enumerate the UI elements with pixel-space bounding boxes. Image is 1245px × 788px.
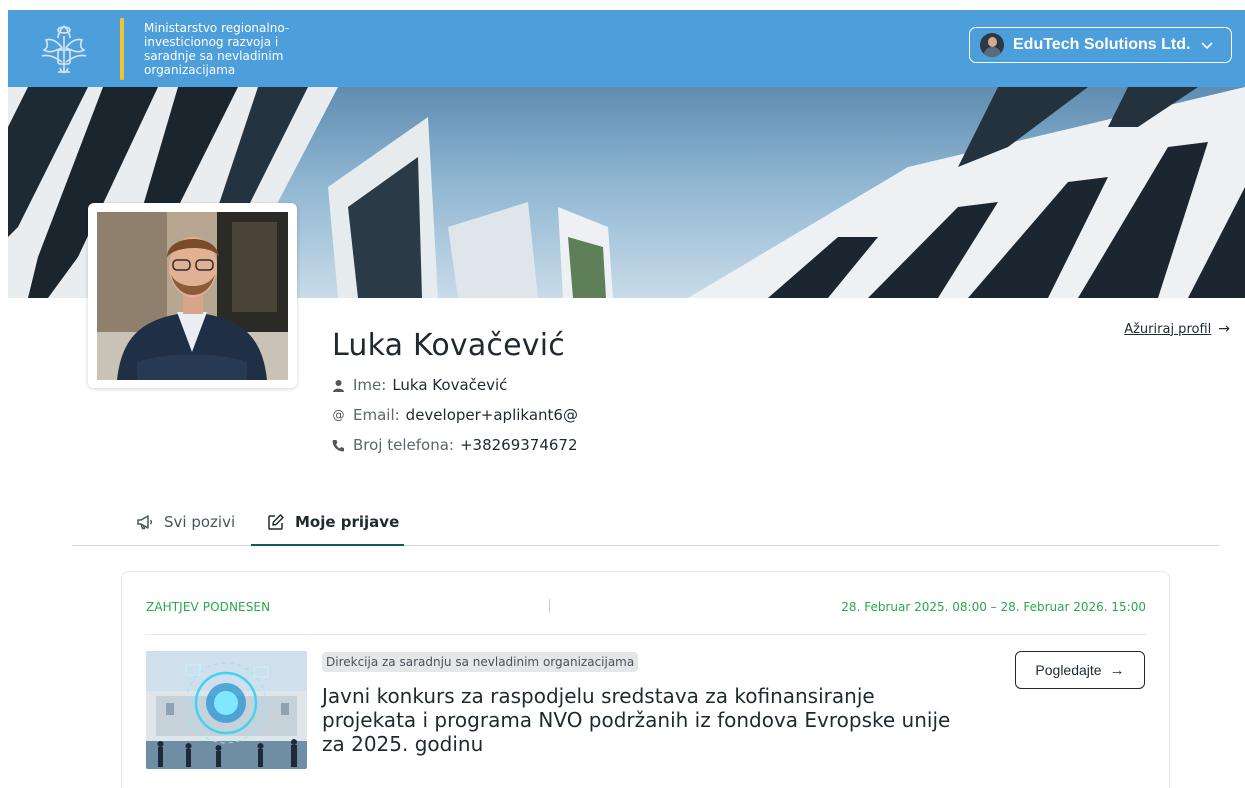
view-application-button[interactable]: Pogledajte → (1015, 651, 1145, 689)
organization-name: EduTech Solutions Ltd. (1013, 36, 1191, 53)
tab-all-calls-label: Svi pozivi (164, 513, 236, 531)
call-thumbnail (146, 651, 307, 769)
application-card: ZAHTJEV PODNESEN 28. Februar 2025. 08:00… (121, 571, 1170, 788)
name-label: Ime: (353, 376, 387, 394)
profile-phone-row: Broj telefona: +38269374672 (332, 436, 578, 454)
organization-avatar (980, 33, 1004, 57)
arrow-right-icon: → (1218, 321, 1230, 337)
update-profile-label: Ažuriraj profil (1124, 321, 1212, 337)
profile-photo (97, 212, 288, 380)
phone-value: +38269374672 (459, 436, 578, 454)
application-period: 28. Februar 2025. 08:00 – 28. Februar 20… (841, 600, 1146, 614)
tab-all-calls[interactable]: Svi pozivi (136, 510, 235, 534)
update-profile-link[interactable]: Ažuriraj profil → (1124, 321, 1230, 337)
department-badge: Direkcija za saradnju sa nevladinim orga… (322, 652, 639, 672)
top-header: Ministarstvo regionalno-investicionog ra… (8, 10, 1245, 87)
header-divider (120, 17, 124, 80)
phone-icon (332, 439, 344, 451)
coat-of-arms-icon (34, 19, 94, 79)
at-icon: @ (332, 408, 345, 422)
tab-my-applications[interactable]: Moje prijave (267, 510, 399, 534)
tabs-bar: Svi pozivi Moje prijave (72, 498, 1219, 546)
megaphone-icon (137, 515, 152, 530)
profile-name: Luka Kovačević (332, 328, 565, 363)
card-divider (146, 634, 1146, 635)
email-value: developer+aplikant6@ (405, 406, 578, 424)
arrow-right-icon: → (1109, 661, 1125, 679)
organization-switcher[interactable]: EduTech Solutions Ltd. (969, 27, 1232, 63)
email-label: Email: (353, 406, 400, 424)
user-icon (333, 379, 344, 392)
phone-label: Broj telefona: (353, 436, 454, 454)
active-tab-indicator (251, 544, 404, 546)
status-divider (549, 599, 550, 613)
ministry-name: Ministarstvo regionalno-investicionog ra… (144, 20, 290, 77)
application-status: ZAHTJEV PODNESEN (146, 600, 271, 614)
tab-my-applications-label: Moje prijave (295, 513, 400, 531)
call-title: Javni konkurs za raspodjelu sredstava za… (322, 684, 951, 756)
chevron-down-icon (1201, 42, 1214, 50)
profile-photo-card (88, 203, 297, 388)
view-button-label: Pogledajte (1035, 662, 1102, 678)
profile-email-row: @ Email: developer+aplikant6@ (332, 406, 578, 424)
edit-icon (268, 514, 284, 530)
name-value: Luka Kovačević (392, 376, 508, 394)
profile-name-row: Ime: Luka Kovačević (332, 376, 507, 394)
